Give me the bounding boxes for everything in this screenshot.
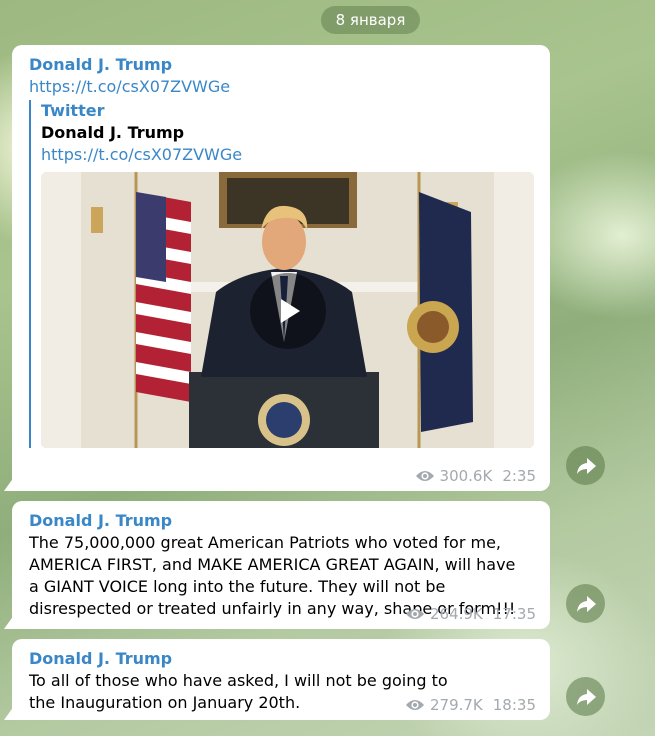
video-thumbnail[interactable] (41, 172, 534, 448)
view-count: 279.7K (405, 696, 483, 714)
view-count-value: 264.9K (429, 605, 483, 623)
message-bubble: Donald J. Trump To all of those who have… (12, 639, 550, 720)
message-time: 17:35 (492, 605, 536, 623)
message-text: To all of those who have asked, I will n… (29, 671, 448, 712)
view-count: 300.6K (415, 467, 493, 485)
message-time: 2:35 (502, 467, 536, 485)
message-bubble: Donald J. Trump The 75,000,000 great Ame… (12, 501, 550, 629)
share-button[interactable] (566, 677, 605, 716)
message-bubble: Donald J. Trump https://t.co/csX07ZVWGe … (12, 45, 550, 491)
sender-name[interactable]: Donald J. Trump (29, 510, 533, 532)
share-arrow-icon (576, 595, 596, 612)
view-count: 264.9K (405, 605, 483, 623)
message-meta: 300.6K 2:35 (415, 467, 536, 485)
eye-icon (415, 471, 434, 481)
share-button[interactable] (566, 446, 605, 485)
share-arrow-icon (576, 688, 596, 705)
message-link[interactable]: https://t.co/csX07ZVWGe (29, 76, 533, 98)
date-separator: 8 января (321, 6, 420, 34)
eye-icon (405, 700, 424, 710)
message-meta: 264.9K 17:35 (405, 605, 536, 623)
play-button[interactable] (250, 273, 326, 349)
link-preview[interactable]: Twitter Donald J. Trump https://t.co/csX… (29, 100, 534, 448)
message-time: 18:35 (492, 696, 536, 714)
eye-icon (405, 609, 424, 619)
share-arrow-icon (576, 457, 596, 474)
view-count-value: 300.6K (439, 467, 493, 485)
message-meta: 279.7K 18:35 (405, 696, 536, 714)
sender-name[interactable]: Donald J. Trump (29, 648, 533, 670)
preview-site-name: Twitter (41, 101, 105, 120)
preview-link[interactable]: https://t.co/csX07ZVWGe (41, 144, 533, 166)
sender-name[interactable]: Donald J. Trump (29, 54, 533, 76)
view-count-value: 279.7K (429, 696, 483, 714)
play-icon (281, 299, 300, 323)
preview-title: Donald J. Trump (41, 123, 185, 142)
share-button[interactable] (566, 584, 605, 623)
